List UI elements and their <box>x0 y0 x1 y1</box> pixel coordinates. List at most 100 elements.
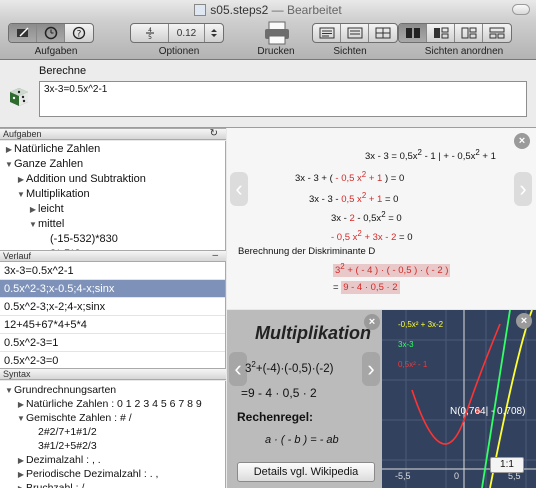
history-list: 3x-3=0.5x^2-1 0.5x^2-3;x-0.5;4-x;sinx 0.5x… <box>0 262 226 368</box>
point-label: N(0,764| - 0,708) <box>450 406 526 417</box>
history-row[interactable]: 12+45+67*4+5*4 <box>0 316 225 334</box>
tasks-panel-header: Aufgaben ↻ <box>0 128 226 140</box>
arrange-split-icon[interactable] <box>427 24 455 42</box>
rule-expression-1: 32+(-4)·(-0,5)·(-2) <box>245 360 334 375</box>
function-graph[interactable]: -0,5x² + 3x-2 3x-3 0,5x² - 1 × N(0,764| … <box>382 310 536 488</box>
syntax-tree: ▼Grundrechnungsarten ▶ Natürliche Zahlen :… <box>0 381 226 488</box>
window-titlebar: s05.steps2 — Bearbeitet <box>0 0 536 20</box>
decimal-stepper[interactable] <box>205 24 223 42</box>
tree-item-label: leicht <box>38 203 64 215</box>
disclosure-open-icon[interactable]: ▼ <box>4 157 14 172</box>
syntax-item[interactable]: ▶ Dezimalzahl : , . <box>0 453 225 467</box>
disclosure-open-icon[interactable]: ▼ <box>28 217 38 232</box>
aspect-ratio-button[interactable]: 1:1 <box>490 457 524 473</box>
step-line-4: 3x - 2 - 0,5x2 = 0 <box>331 210 402 225</box>
disclosure-closed-icon[interactable]: ▶ <box>4 142 14 157</box>
decimal-option[interactable]: 0.12 <box>169 24 205 42</box>
disclosure-closed-icon[interactable]: ▶ <box>16 454 26 468</box>
previous-step-arrow[interactable]: ‹ <box>230 172 248 206</box>
syntax-panel-header: Syntax <box>0 368 226 380</box>
tree-item[interactable]: ▼Multiplikation <box>0 187 225 202</box>
history-row[interactable]: 3x-3=0.5x^2-1 <box>0 262 225 280</box>
rule-formula: a · ( - b ) = - ab <box>265 434 339 446</box>
rule-card: Multiplikation × ‹ › 32+(-4)·(-0,5)·(-2)… <box>227 310 382 488</box>
next-step-arrow[interactable]: › <box>514 172 532 206</box>
syntax-item[interactable]: 3#1/2+5#2/3 <box>0 439 225 453</box>
view-list-icon[interactable] <box>341 24 369 42</box>
tree-item[interactable]: ▶ Natürliche Zahlen <box>0 142 225 157</box>
disclosure-open-icon[interactable]: ▼ <box>16 412 26 426</box>
syntax-item[interactable]: ▶ Periodische Dezimalzahl : . , <box>0 467 225 481</box>
tasks-tree: ▶ Natürliche Zahlen ▼Ganze Zahlen ▶ Addition… <box>0 141 226 250</box>
disclosure-open-icon[interactable]: ▼ <box>4 384 14 398</box>
tree-item[interactable]: ▼mittel <box>0 217 225 232</box>
legend-green: 3x-3 <box>398 340 414 349</box>
calculate-label: Berechne <box>39 65 87 77</box>
legend-red: 0,5x² - 1 <box>398 360 428 369</box>
history-panel-title: Verlauf <box>3 251 32 261</box>
arrange-rows-icon[interactable] <box>483 24 511 42</box>
tasks-panel-title: Aufgaben <box>3 129 42 139</box>
discriminant-heading: Berechnung der Diskriminante D <box>238 246 376 257</box>
question-icon[interactable]: ? <box>65 24 93 42</box>
edit-icon[interactable] <box>9 24 37 42</box>
tree-item[interactable]: ▼Ganze Zahlen <box>0 157 225 172</box>
close-icon[interactable]: × <box>364 314 380 330</box>
toolbar-toggle-button[interactable] <box>512 4 530 15</box>
tree-item-label: Addition und Subtraktion <box>26 173 146 185</box>
history-row[interactable]: 0.5x^2-3;x-0.5;4-x;sinx <box>0 280 225 298</box>
step-line-1: 3x - 3 = 0,5x2 - 1 | + - 0,5x2 + 1 <box>365 148 496 163</box>
dice-icon[interactable] <box>9 87 29 107</box>
close-icon[interactable]: × <box>516 313 532 329</box>
clock-icon[interactable] <box>37 24 65 42</box>
syntax-item[interactable]: ▶Bruchzahl : / <box>0 481 225 488</box>
fraction-icon[interactable]: 45 <box>131 24 169 42</box>
view-text-icon[interactable] <box>313 24 341 42</box>
svg-text:?: ? <box>77 30 82 40</box>
history-row[interactable]: 0.5x^2-3=1 <box>0 334 225 352</box>
printer-icon[interactable] <box>262 21 292 45</box>
view-grid-icon[interactable] <box>369 24 397 42</box>
disclosure-closed-icon[interactable]: ▶ <box>28 202 38 217</box>
options-segmented-control: 45 0.12 <box>130 23 224 43</box>
calculate-input[interactable]: 3x-3=0.5x^2-1 <box>39 81 527 117</box>
arrange-two-columns-icon[interactable] <box>399 24 427 42</box>
print-label: Drucken <box>257 46 295 57</box>
wikipedia-button[interactable]: Details vgl. Wikipedia <box>237 462 375 482</box>
next-card-arrow[interactable]: › <box>362 352 380 386</box>
window-subtitle: — Bearbeitet <box>271 3 342 17</box>
tree-item-label: Periodische Dezimalzahl : . , <box>26 468 159 480</box>
tree-item-label: mittel <box>38 218 65 230</box>
rule-label: Rechenregel: <box>237 410 314 424</box>
rule-card-title: Multiplikation <box>255 323 371 343</box>
disclosure-closed-icon[interactable]: ▶ <box>16 172 26 187</box>
calculate-area: Berechne 3x-3=0.5x^2-1 <box>0 60 536 128</box>
arrange-quad-icon[interactable] <box>455 24 483 42</box>
tree-item-label: Gemischte Zahlen : # / <box>26 412 132 424</box>
disclosure-closed-icon[interactable]: ▶ <box>16 468 26 482</box>
toolbar: ? Aufgaben 45 0.12 Optionen Drucken Sich… <box>0 20 536 60</box>
syntax-item[interactable]: ▼Gemischte Zahlen : # / <box>0 411 225 425</box>
tree-item[interactable]: (-15-532)*830 <box>0 232 225 247</box>
tree-item-label: (-15-532)*830 <box>50 233 118 245</box>
minus-icon[interactable]: – <box>212 251 218 261</box>
history-panel-header: Verlauf – <box>0 250 226 262</box>
tasks-segmented-control: ? <box>8 23 94 43</box>
disclosure-open-icon[interactable]: ▼ <box>16 187 26 202</box>
syntax-item[interactable]: 2#2/7+1#1/2 <box>0 425 225 439</box>
close-icon[interactable]: × <box>514 133 530 149</box>
tree-item[interactable]: ▶ leicht <box>0 202 225 217</box>
refresh-icon[interactable]: ↻ <box>210 129 218 139</box>
tree-item-label: Dezimalzahl : , . <box>26 454 101 466</box>
disclosure-closed-icon[interactable]: ▶ <box>16 398 26 412</box>
history-row[interactable]: 0.5x^2-3=0 <box>0 352 225 368</box>
views-segmented-control <box>312 23 398 43</box>
syntax-item[interactable]: ▶ Natürliche Zahlen : 0 1 2 3 4 5 6 7 8 9 <box>0 397 225 411</box>
disclosure-closed-icon[interactable]: ▶ <box>16 482 26 488</box>
syntax-item[interactable]: ▼Grundrechnungsarten <box>0 383 225 397</box>
syntax-panel-title: Syntax <box>3 369 31 379</box>
options-label: Optionen <box>158 46 200 57</box>
tree-item[interactable]: ▶ Addition und Subtraktion <box>0 172 225 187</box>
solution-pane: × ‹ › 3x - 3 = 0,5x2 - 1 | + - 0,5x2 + 1… <box>227 128 536 309</box>
history-row[interactable]: 0.5x^2-3;x-2;4-x;sinx <box>0 298 225 316</box>
